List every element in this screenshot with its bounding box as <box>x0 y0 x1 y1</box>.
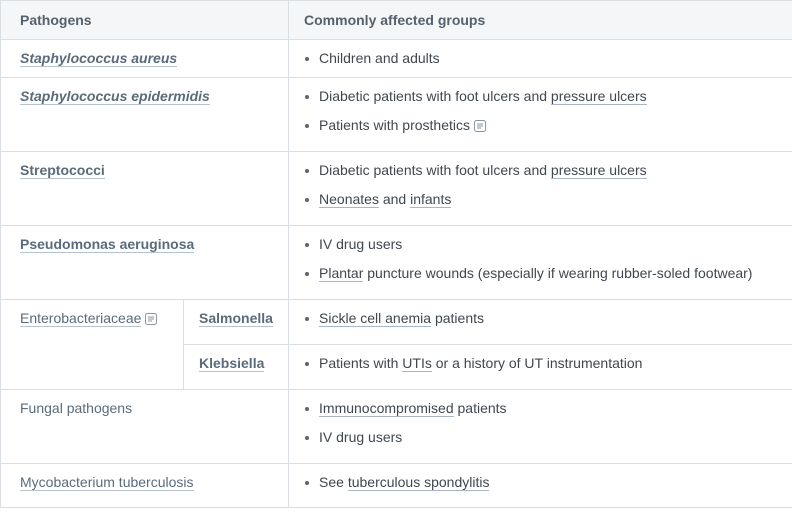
pathogen-label: Fungal pathogens <box>20 400 133 416</box>
tuberculous-spondylitis-link[interactable]: tuberculous spondylitis <box>347 474 490 491</box>
infants-link[interactable]: infants <box>410 191 452 208</box>
table-row: Enterobacteriaceae Salmonella Sickle cel… <box>0 299 792 390</box>
list-item: See tuberculous spondylitis <box>304 472 792 492</box>
table-row: Staphylococcus epidermidis Diabetic pati… <box>0 77 792 152</box>
pathogen-link[interactable]: Staphylococcus epidermidis <box>20 88 210 105</box>
sickle-cell-link[interactable]: Sickle cell anemia <box>319 310 432 327</box>
list-item: Immunocompromised patients <box>304 398 792 418</box>
pathogen-link[interactable]: Enterobacteriaceae <box>20 310 142 327</box>
list-item: Diabetic patients with foot ulcers and p… <box>304 86 792 106</box>
list-item: Plantar puncture wounds (especially if w… <box>304 263 792 283</box>
table-row: Mycobacterium tuberculosis See tuberculo… <box>0 463 792 508</box>
list-item: IV drug users <box>304 234 792 254</box>
pressure-ulcers-link[interactable]: pressure ulcers <box>550 88 647 105</box>
pathogens-table: Pathogens Commonly affected groups Staph… <box>0 0 792 508</box>
list-item: IV drug users <box>304 427 792 447</box>
immunocompromised-link[interactable]: Immunocompromised <box>319 400 454 417</box>
list-item: Patients with prosthetics <box>304 115 792 135</box>
pathogen-link[interactable]: Streptococci <box>20 162 105 179</box>
header-groups: Commonly affected groups <box>288 0 792 40</box>
utis-link[interactable]: UTIs <box>402 355 432 372</box>
table-row: Streptococci Diabetic patients with foot… <box>0 151 792 226</box>
neonates-link[interactable]: Neonates <box>319 191 379 208</box>
list-item: Neonates and infants <box>304 189 792 209</box>
table-row: Fungal pathogens Immunocompromised patie… <box>0 389 792 464</box>
klebsiella-link[interactable]: Klebsiella <box>199 355 265 372</box>
list-item: Patients with UTIs or a history of UT in… <box>304 353 792 373</box>
pathogen-link[interactable]: Staphylococcus aureus <box>20 50 178 67</box>
table-header-row: Pathogens Commonly affected groups <box>0 0 792 40</box>
list-item: Sickle cell anemia patients <box>304 308 792 328</box>
pathogen-link[interactable]: Mycobacterium tuberculosis <box>20 474 194 491</box>
header-pathogens: Pathogens <box>0 0 290 40</box>
table-row: Staphylococcus aureus Children and adult… <box>0 39 792 78</box>
note-icon[interactable] <box>145 313 158 325</box>
pathogen-link[interactable]: Pseudomonas aeruginosa <box>20 236 195 253</box>
salmonella-link[interactable]: Salmonella <box>199 310 273 327</box>
list-item: Children and adults <box>304 48 792 68</box>
plantar-link[interactable]: Plantar <box>319 265 364 282</box>
table-row: Pseudomonas aeruginosa IV drug users Pla… <box>0 225 792 300</box>
list-item: Diabetic patients with foot ulcers and p… <box>304 160 792 180</box>
note-icon[interactable] <box>473 120 486 132</box>
pressure-ulcers-link[interactable]: pressure ulcers <box>550 162 647 179</box>
